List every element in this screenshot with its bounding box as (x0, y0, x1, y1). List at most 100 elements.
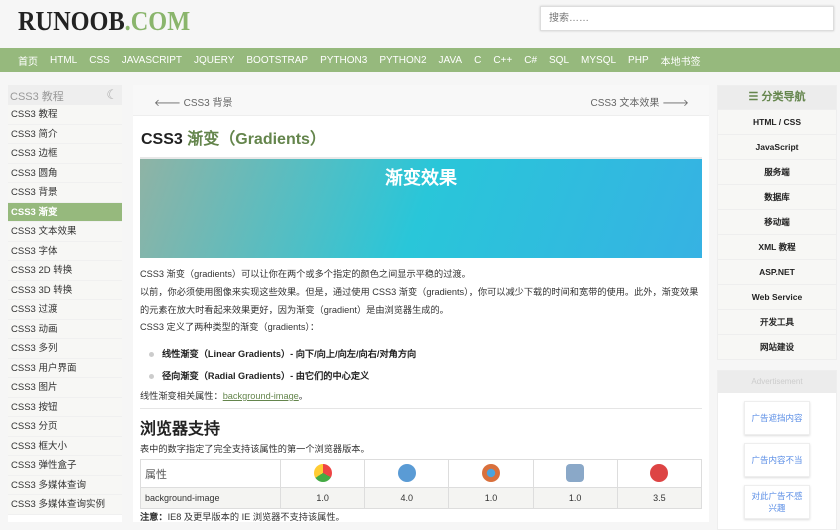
sidebar-item[interactable]: CSS3 动画 (8, 319, 122, 339)
cell-value: 3.5 (616, 487, 703, 509)
sidebar-item[interactable]: CSS3 分页 (8, 417, 122, 437)
nav-item[interactable]: C++ (493, 55, 512, 66)
sidebar-item[interactable]: CSS3 用户界面 (8, 358, 122, 378)
nav-item[interactable]: JQUERY (194, 55, 234, 66)
nav-item[interactable]: HTML (50, 55, 77, 66)
prev-link[interactable]: 🡐 CSS3 背景 (154, 94, 233, 109)
related-line: 线性渐变相关属性：background-image。 (140, 388, 705, 406)
category-item[interactable]: 移动端 (718, 209, 836, 234)
prev-label: CSS3 背景 (183, 98, 233, 109)
arrow-left-icon: 🡐 (154, 98, 184, 109)
category-item[interactable]: ASP.NET (718, 259, 836, 284)
category-item[interactable]: 开发工具 (718, 309, 836, 334)
right-sidebar: ☰ 分类导航 HTML / CSS JavaScript 服务端 数据库 移动端 XML … (717, 85, 837, 530)
sidebar-item[interactable]: CSS3 2D 转换 (8, 261, 122, 281)
chrome-icon (279, 459, 366, 488)
nav-item[interactable]: JAVASCRIPT (122, 55, 182, 66)
sidebar-item[interactable]: CSS3 多列 (8, 339, 122, 359)
category-nav: ☰ 分类导航 HTML / CSS JavaScript 服务端 数据库 移动端 XML … (717, 85, 837, 360)
related-link[interactable]: background-image (223, 391, 299, 401)
sidebar-item[interactable]: CSS3 圆角 (8, 163, 122, 183)
sidebar-item[interactable]: CSS3 边框 (8, 144, 122, 164)
nav-item[interactable]: BOOTSTRAP (246, 55, 308, 66)
sidebar-item[interactable]: CSS3 文本效果 (8, 222, 122, 242)
category-item[interactable]: 网站建设 (718, 334, 836, 359)
moon-icon[interactable]: ☾ (106, 87, 118, 103)
ad-feedback-button[interactable]: 对此广告不感兴趣 (744, 485, 810, 519)
sidebar-item[interactable]: CSS3 按钮 (8, 397, 122, 417)
category-item[interactable]: Web Service (718, 284, 836, 309)
sidebar-item[interactable]: CSS3 多媒体查询实例 (8, 495, 122, 515)
category-item[interactable]: XML 教程 (718, 234, 836, 259)
list-icon: ☰ (748, 91, 762, 103)
ad-feedback-button[interactable]: 广告内容不当 (744, 443, 810, 477)
nav-item[interactable]: JAVA (439, 55, 463, 66)
sidebar-item[interactable]: CSS3 多媒体查询 (8, 475, 122, 495)
note: 注意：IE8 及更早版本的 IE 浏览器不支持该属性。 (140, 509, 705, 527)
cell-value: 1.0 (279, 487, 366, 509)
next-link[interactable]: CSS3 文本效果 🡒 (590, 94, 689, 109)
nav-item[interactable]: C (474, 55, 481, 66)
cell-value: 1.0 (532, 487, 618, 509)
ad-title: Advertisement (718, 371, 836, 393)
nav-item[interactable]: 本地书签 (661, 53, 701, 68)
divider (140, 408, 702, 409)
table-row: background-image 1.0 4.0 1.0 1.0 3.5 (140, 487, 703, 509)
sidebar-item[interactable]: CSS3 图片 (8, 378, 122, 398)
nav-item[interactable]: MYSQL (581, 55, 616, 66)
category-item[interactable]: 数据库 (718, 184, 836, 209)
sidebar-item[interactable]: CSS3 3D 转换 (8, 280, 122, 300)
table-description: 表中的数字指定了完全支持该属性的第一个浏览器版本。 (140, 444, 370, 454)
next-label: CSS3 文本效果 (590, 98, 660, 109)
list-item: 径向渐变（Radial Gradients）- 由它们的中心定义 (149, 368, 369, 382)
note-label: 注意： (140, 512, 168, 522)
sidebar-item[interactable]: CSS3 简介 (8, 124, 122, 144)
paragraph: CSS3 定义了两种类型的渐变（gradients）： (140, 322, 320, 332)
list-item: 线性渐变（Linear Gradients）- 向下/向上/向左/向右/对角方向 (149, 346, 416, 360)
logo-text: RUNOOB (18, 6, 125, 36)
logo-suffix: .COM (124, 6, 191, 36)
category-item[interactable]: 服务端 (718, 159, 836, 184)
nav-item[interactable]: PYTHON3 (320, 55, 367, 66)
cell-value: 4.0 (364, 487, 450, 509)
category-item[interactable]: JavaScript (718, 134, 836, 159)
ad-feedback-button[interactable]: 广告遮挡内容 (744, 401, 810, 435)
page-title: CSS3 渐变（Gradients） (141, 125, 326, 149)
firefox-icon (448, 459, 534, 488)
category-nav-header: ☰ 分类导航 (718, 86, 836, 109)
table-header-row: 属性 (140, 459, 703, 488)
sidebar-item[interactable]: CSS3 教程 (8, 105, 122, 125)
logo[interactable]: RUNOOB.COM (18, 6, 190, 37)
category-nav-title: 分类导航 (761, 91, 806, 103)
opera-icon (616, 459, 703, 488)
search-input[interactable] (540, 6, 834, 31)
sidebar-item[interactable]: CSS3 过渡 (8, 300, 122, 320)
ad-box: Advertisement 广告遮挡内容 广告内容不当 对此广告不感兴趣 (717, 370, 837, 530)
safari-icon (532, 459, 618, 488)
cell-value: 1.0 (448, 487, 534, 509)
nav-item[interactable]: C# (524, 55, 537, 66)
category-item[interactable]: HTML / CSS (718, 109, 836, 134)
sidebar-item[interactable]: CSS3 弹性盒子 (8, 456, 122, 476)
section-heading: 浏览器支持 (140, 421, 221, 438)
sidebar-item[interactable]: CSS3 字体 (8, 241, 122, 261)
nav-item[interactable]: PHP (628, 55, 649, 66)
ie-icon (364, 459, 450, 488)
note-text: IE8 及更早版本的 IE 浏览器不支持该属性。 (167, 512, 345, 522)
related-end: 。 (298, 391, 308, 401)
sidebar-item[interactable]: CSS3 框大小 (8, 436, 122, 456)
paragraph: 以前，你必须使用图像来实现这些效果。但是，通过使用 CSS3 渐变（gradie… (140, 287, 699, 315)
prev-next-bar: 🡐 CSS3 背景 CSS3 文本效果 🡒 (133, 85, 709, 116)
arrow-right-icon: 🡒 (659, 98, 689, 109)
top-nav: 首页 HTML CSS JAVASCRIPT JQUERY BOOTSTRAP PYTHON… (0, 48, 840, 72)
title-prefix: CSS3 (141, 131, 183, 148)
sidebar-item[interactable]: CSS3 渐变 (8, 202, 122, 222)
browser-support-table: 属性 background-image 1.0 4.0 1.0 1.0 3.5 (140, 459, 703, 509)
sidebar-item[interactable]: CSS3 背景 (8, 183, 122, 203)
title-main: 渐变（Gradients） (187, 131, 326, 148)
nav-item[interactable]: CSS (89, 55, 110, 66)
nav-item[interactable]: SQL (549, 55, 569, 66)
sidebar-title: CSS3 教程 (10, 91, 64, 103)
nav-item[interactable]: 首页 (18, 53, 38, 68)
nav-item[interactable]: PYTHON2 (379, 55, 426, 66)
